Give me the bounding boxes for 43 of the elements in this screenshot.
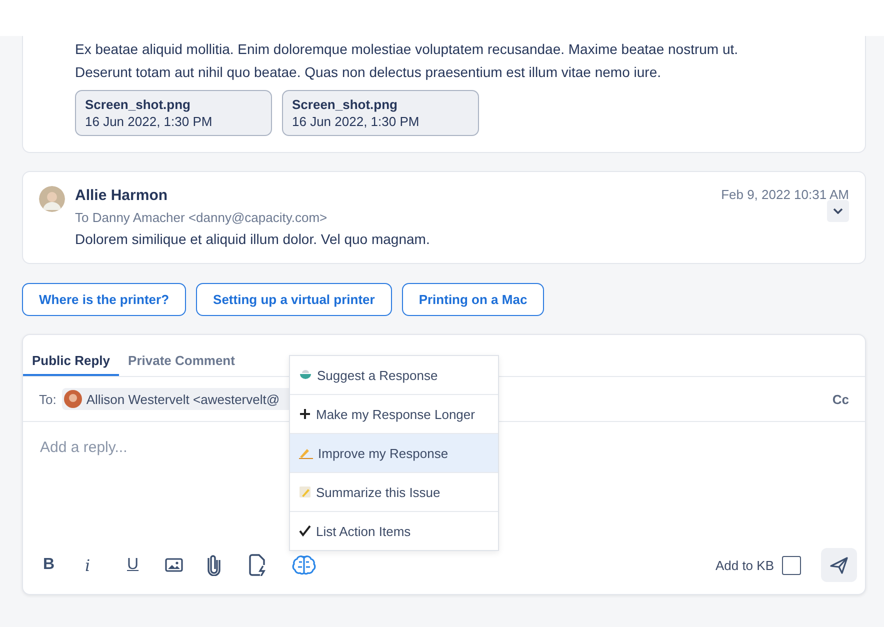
format-button[interactable]: B	[39, 550, 81, 580]
cc-link[interactable]: Cc	[832, 392, 849, 406]
memo-icon	[299, 486, 311, 498]
add-to-kb-label: Add to KB	[715, 558, 774, 572]
paperclip-icon[interactable]	[207, 554, 221, 576]
expand-button[interactable]	[827, 200, 849, 222]
suggestion-chip[interactable]: Where is the printer?	[22, 283, 186, 316]
attachment-name: Screen_shot.png	[85, 96, 192, 113]
message-date: Feb 9, 2022 10:31 AM	[721, 186, 849, 204]
attachment-date: 16 Jun 2022, 1:30 PM	[292, 113, 420, 130]
send-icon	[830, 556, 848, 574]
chevron-down-icon	[833, 208, 843, 214]
recipient-name: Allison Westervelt <awestervelt@	[86, 392, 280, 406]
message-text: Ex beatae aliquid mollitia. Enim doloremque molestiae voluptatem recusandae. Maxime beatae nostrum ut.	[75, 40, 740, 59]
menu-item[interactable]: Improve my Response	[290, 434, 498, 473]
suggestion-chip[interactable]: Printing on a Mac	[402, 283, 544, 316]
avatar	[64, 390, 82, 408]
sender-name: Allie Harmon	[75, 186, 168, 206]
message-text: Deserunt totam aut nihil quo beatae. Quas non delectus praesentium est illum vitae nemo iure.	[75, 63, 662, 82]
attachment-date: 16 Jun 2022, 1:30 PM	[85, 113, 214, 130]
menu-item[interactable]: List Action Items	[290, 512, 498, 550]
format-button[interactable]: U	[123, 550, 165, 580]
brain-icon[interactable]	[291, 554, 317, 576]
attachment-chip[interactable]: Screen_shot.png 16 Jun 2022, 1:30 PM	[75, 90, 272, 136]
add-to-kb-checkbox[interactable]	[782, 556, 801, 574]
check-icon	[299, 525, 311, 537]
send-button[interactable]	[821, 548, 857, 582]
message-text: Dolorem similique et aliquid illum dolor. Vel quo magnam.	[75, 231, 431, 247]
menu-item[interactable]: Summarize this Issue	[290, 473, 498, 512]
suggestion-chip[interactable]: Setting up a virtual printer	[196, 283, 392, 316]
bowl-icon	[299, 369, 312, 381]
menu-item[interactable]: Suggest a Response	[290, 356, 498, 395]
reply-tab[interactable]: Public Reply	[23, 335, 120, 376]
avatar	[39, 186, 65, 212]
attachment-chip[interactable]: Screen_shot.png 16 Jun 2022, 1:30 PM	[282, 90, 479, 136]
reply-tab[interactable]: Private Comment	[119, 335, 244, 376]
recipient-line: To Danny Amacher <danny@capacity.com>	[75, 210, 328, 225]
image-icon[interactable]	[165, 558, 183, 572]
plus-icon	[299, 408, 311, 420]
file-bolt-icon[interactable]	[249, 554, 267, 576]
attachment-name: Screen_shot.png	[292, 96, 398, 113]
to-label: To:	[39, 392, 56, 406]
format-button[interactable]: i	[81, 550, 123, 580]
